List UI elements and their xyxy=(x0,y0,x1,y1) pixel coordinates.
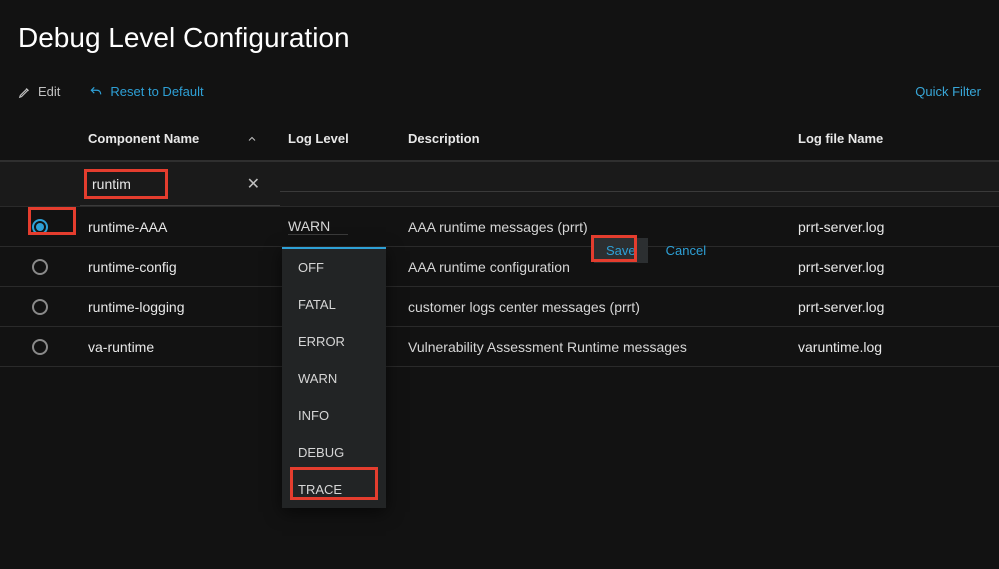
logfile-cell: varuntime.log xyxy=(790,329,999,365)
reset-label: Reset to Default xyxy=(110,84,203,99)
save-button[interactable]: Save xyxy=(594,238,648,263)
logfile-cell: prrt-server.log xyxy=(790,289,999,325)
quick-filter-button[interactable]: Quick Filter xyxy=(915,84,981,99)
logfile-cell: prrt-server.log xyxy=(790,249,999,285)
cancel-button[interactable]: Cancel xyxy=(658,238,714,263)
table-row: runtime-configAAA runtime configurationp… xyxy=(0,247,999,287)
sort-asc-icon xyxy=(246,133,258,145)
dropdown-option-debug[interactable]: DEBUG xyxy=(282,434,386,471)
log-table: Component Name Log Level Description Log… xyxy=(0,117,999,367)
dropdown-option-error[interactable]: ERROR xyxy=(282,323,386,360)
component-cell: runtime-config xyxy=(80,249,280,285)
loglevel-cell[interactable]: WARN xyxy=(280,208,400,245)
dropdown-option-info[interactable]: INFO xyxy=(282,397,386,434)
dropdown-option-fatal[interactable]: FATAL xyxy=(282,286,386,323)
col-logfile[interactable]: Log file Name xyxy=(790,117,999,160)
undo-icon xyxy=(88,85,104,99)
table-row: runtime-AAAWARNAAA runtime messages (prr… xyxy=(0,207,999,247)
col-loglevel[interactable]: Log Level xyxy=(280,117,400,160)
col-component[interactable]: Component Name xyxy=(80,117,280,160)
description-cell: customer logs center messages (prrt) xyxy=(400,289,790,325)
component-cell: runtime-logging xyxy=(80,289,280,325)
filter-row: ✕ xyxy=(0,162,999,207)
col-description[interactable]: Description xyxy=(400,117,790,160)
row-radio[interactable] xyxy=(32,259,48,275)
component-filter-input[interactable] xyxy=(88,170,235,198)
save-cancel-group: Save Cancel xyxy=(594,238,714,263)
dropdown-option-trace[interactable]: TRACE xyxy=(282,471,386,508)
row-radio[interactable] xyxy=(32,219,48,235)
loglevel-dropdown: OFFFATALERRORWARNINFODEBUGTRACE xyxy=(282,247,386,508)
table-row: va-runtime Vulnerability Assessment Runti… xyxy=(0,327,999,367)
toolbar: Edit Reset to Default Quick Filter xyxy=(0,84,999,117)
logfile-cell: prrt-server.log xyxy=(790,209,999,245)
dropdown-option-off[interactable]: OFF xyxy=(282,249,386,286)
clear-filter-icon[interactable]: ✕ xyxy=(235,174,272,194)
pencil-icon xyxy=(18,85,32,99)
component-cell: va-runtime xyxy=(80,329,280,365)
component-cell: runtime-AAA xyxy=(80,209,280,245)
reset-button[interactable]: Reset to Default xyxy=(88,84,203,99)
page-title: Debug Level Configuration xyxy=(0,0,999,84)
edit-label: Edit xyxy=(38,84,60,99)
edit-button[interactable]: Edit xyxy=(18,84,60,99)
table-row: runtime-logging customer logs center mess… xyxy=(0,287,999,327)
row-radio[interactable] xyxy=(32,339,48,355)
table-header: Component Name Log Level Description Log… xyxy=(0,117,999,162)
dropdown-option-warn[interactable]: WARN xyxy=(282,360,386,397)
description-cell: Vulnerability Assessment Runtime message… xyxy=(400,329,790,365)
row-radio[interactable] xyxy=(32,299,48,315)
